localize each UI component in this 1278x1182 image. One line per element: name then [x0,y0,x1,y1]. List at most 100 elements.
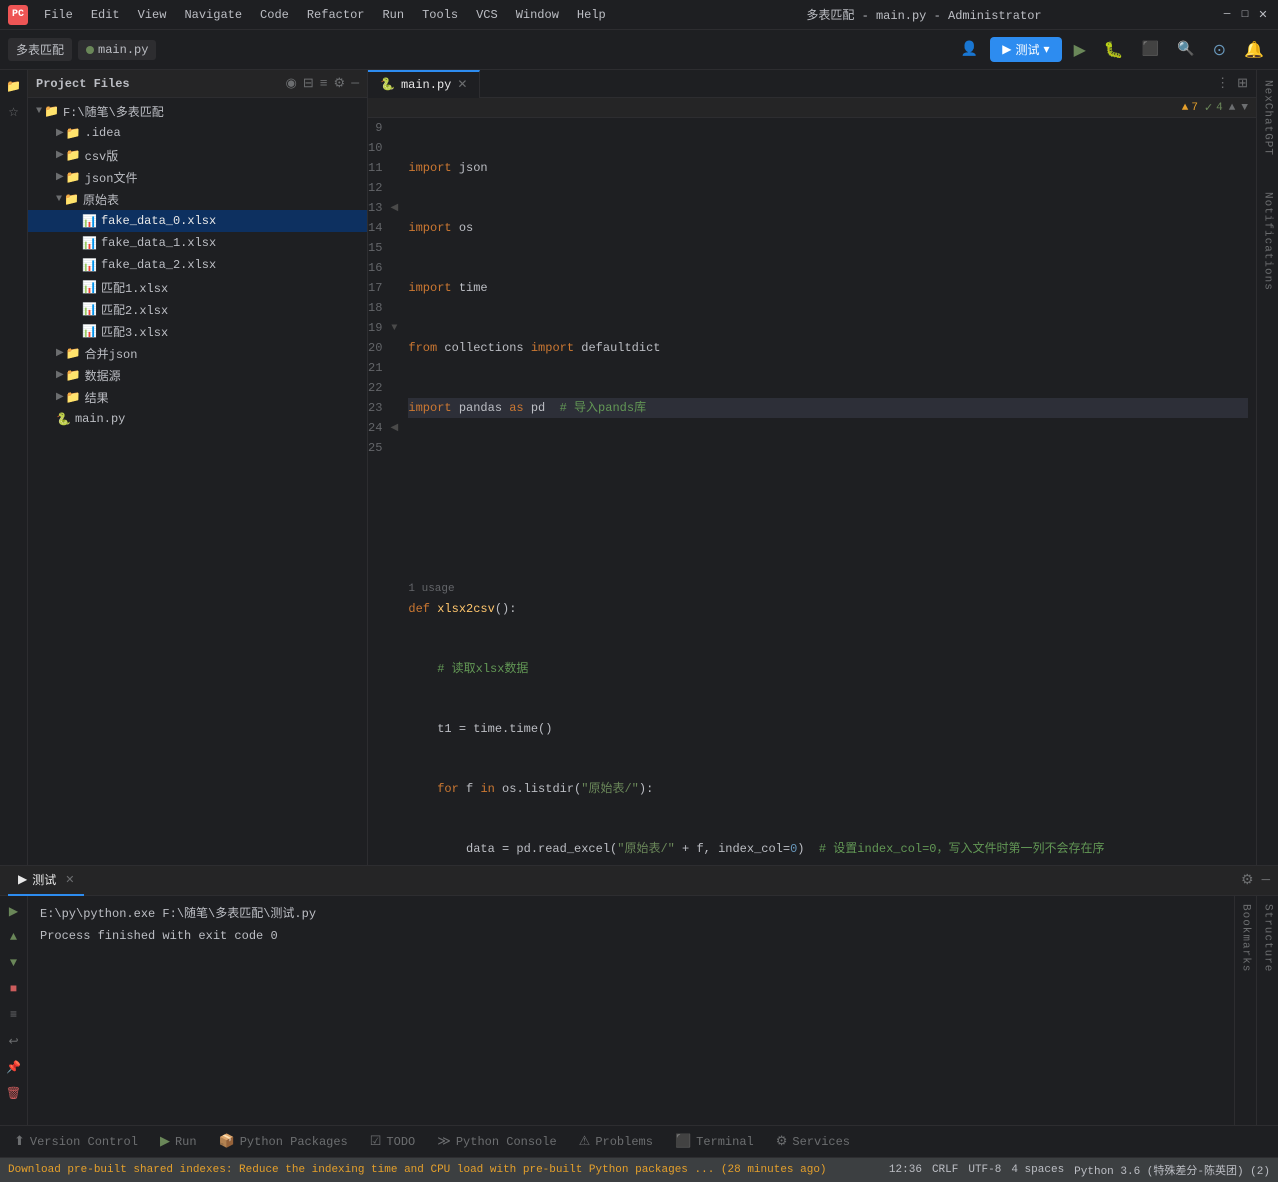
menu-edit[interactable]: Edit [83,6,128,24]
tree-item-match2[interactable]: 📊 匹配2.xlsx [28,298,367,320]
menu-tools[interactable]: Tools [414,6,466,24]
tree-item-root[interactable]: ▼ 📁 F:\随笔\多表匹配 [28,100,367,122]
clear-icon[interactable]: 🗑 [3,1082,25,1104]
project-strip-icon[interactable]: 📁 [2,74,26,98]
tree-item-result[interactable]: ▶ 📁 结果 [28,386,367,408]
tree-item-raw[interactable]: ▼ 📁 原始表 [28,188,367,210]
toolbar: 多表匹配 main.py 👤 ▶ 测试 ▾ ▶ 🐛 ⬛ 🔍 ⊙ 🔔 [0,30,1278,70]
python-packages-icon: 📦 [219,1134,235,1149]
more-icon[interactable]: ⋮ [1216,76,1229,91]
run-down-icon[interactable]: ▼ [3,952,25,974]
gear-icon[interactable]: ⚙ [334,76,346,91]
tree-item-fake0[interactable]: 📊 fake_data_0.xlsx [28,210,367,232]
tab-python-console[interactable]: ≫ Python Console [427,1128,566,1156]
minimize-button[interactable]: ─ [1220,8,1234,22]
menu-view[interactable]: View [130,6,175,24]
bookmarks-label[interactable]: Bookmarks [1240,904,1252,972]
status-indent[interactable]: 4 spaces [1011,1164,1064,1176]
scope-icon[interactable]: ◉ [285,76,296,91]
maximize-button[interactable]: □ [1238,8,1252,22]
close-panel-icon[interactable]: ─ [351,76,359,91]
file-tab[interactable]: main.py [78,40,156,60]
pin-icon[interactable]: 📌 [3,1056,25,1078]
status-warning-msg[interactable]: Download pre-built shared indexes: Reduc… [8,1164,827,1176]
wrap-icon[interactable]: ↩ [3,1030,25,1052]
menu-refactor[interactable]: Refactor [299,6,373,24]
editor-tab-close[interactable]: ✕ [457,77,467,92]
tree-item-fake2[interactable]: 📊 fake_data_2.xlsx [28,254,367,276]
coverage-button[interactable]: ⬛ [1136,37,1165,62]
tab-todo[interactable]: ☑ TODO [360,1128,425,1156]
tree-item-fake1[interactable]: 📊 fake_data_1.xlsx [28,232,367,254]
tree-item-match1[interactable]: 📊 匹配1.xlsx [28,276,367,298]
close-button[interactable]: ✕ [1256,8,1270,22]
nav-up-icon[interactable]: ▲ [1229,102,1236,114]
ok-count: 4 [1216,102,1223,114]
nexchatgpt-label[interactable]: NexChatGPT [1262,80,1274,156]
tab-terminal[interactable]: ⬛ Terminal [665,1128,764,1156]
run-tab-close[interactable]: ✕ [65,873,74,887]
bottom-settings-icon[interactable]: ⚙ [1241,872,1254,889]
tab-services[interactable]: ⚙ Services [766,1128,860,1156]
status-python-version[interactable]: Python 3.6 (特殊差分-陈英团) (2) [1074,1162,1270,1178]
user-icon[interactable]: 👤 [955,37,984,62]
settings-button[interactable]: ⊙ [1207,36,1232,64]
menu-code[interactable]: Code [252,6,297,24]
filter-icon[interactable]: ≡ [3,1004,25,1026]
tab-run[interactable]: ▶ Run [150,1128,207,1156]
tab-todo-label: TODO [386,1135,415,1149]
debug-button[interactable]: 🐛 [1098,36,1130,64]
tree-item-merge[interactable]: ▶ 📁 合并json [28,342,367,364]
run-tab[interactable]: ▶ 测试 ✕ [8,866,84,896]
status-position[interactable]: 12:36 [889,1164,922,1176]
tree-item-main[interactable]: 🐍 main.py [28,408,367,430]
run-button[interactable]: ▶ [1068,36,1092,64]
editor-tab-main[interactable]: 🐍 main.py ✕ [368,70,480,98]
bottom-panel-icons: ⚙ ─ [1241,872,1270,889]
notifications-button[interactable]: 🔔 [1238,36,1270,64]
menu-run[interactable]: Run [374,6,412,24]
run-play-icon[interactable]: ▶ [3,900,25,922]
menu-file[interactable]: File [36,6,81,24]
tab-version-control[interactable]: ⬆ Version Control [4,1128,148,1156]
search-button[interactable]: 🔍 [1171,37,1200,62]
tab-problems[interactable]: ⚠ Problems [569,1128,663,1156]
tree-item-json[interactable]: ▶ 📁 json文件 [28,166,367,188]
tree-item-csv[interactable]: ▶ 📁 csv版 [28,144,367,166]
tab-python-packages[interactable]: 📦 Python Packages [209,1128,358,1156]
editor-area: 🐍 main.py ✕ ⋮ ⊞ ▲ 7 ✓ 4 ▲ ▼ [368,70,1256,865]
run-up-icon[interactable]: ▲ [3,926,25,948]
problems-icon: ⚠ [579,1134,591,1149]
stop-icon[interactable]: ■ [3,978,25,1000]
project-tab[interactable]: 多表匹配 [8,38,72,61]
tree-item-data[interactable]: ▶ 📁 数据源 [28,364,367,386]
menu-window[interactable]: Window [508,6,567,24]
run-icon: ▶ [160,1134,170,1149]
run-config-button[interactable]: ▶ 测试 ▾ [990,37,1061,62]
status-encoding[interactable]: UTF-8 [968,1164,1001,1176]
notifications-label[interactable]: Notifications [1262,192,1274,291]
bottom-close-icon[interactable]: ─ [1262,873,1270,889]
status-line-sep[interactable]: CRLF [932,1164,958,1176]
code-content[interactable]: import json import os import time from c… [400,118,1256,865]
warning-icon: ▲ [1182,102,1189,114]
run-config-dropdown[interactable]: ▾ [1044,42,1050,57]
nav-down-icon[interactable]: ▼ [1241,102,1248,114]
favorites-strip-icon[interactable]: ☆ [2,100,26,124]
sidebar-toggle-icon[interactable]: ⊞ [1237,76,1248,91]
menu-navigate[interactable]: Navigate [176,6,250,24]
menu-help[interactable]: Help [569,6,614,24]
collapse-all-icon[interactable]: ⊟ [303,76,314,91]
warnings-badge[interactable]: ▲ 7 [1182,102,1198,114]
ok-badge[interactable]: ✓ 4 [1204,101,1223,115]
menu-vcs[interactable]: VCS [468,6,506,24]
fold-gutter: ◀ ▼ ◀ [388,118,400,865]
warning-count: 7 [1191,102,1198,114]
tree-item-match3[interactable]: 📊 匹配3.xlsx [28,320,367,342]
expand-all-icon[interactable]: ≡ [320,76,328,91]
structure-label[interactable]: Structure [1262,904,1274,972]
code-editor[interactable]: 9 10 11 12 13 14 15 16 17 18 19 20 21 22… [368,118,1256,865]
project-tab-label: 多表匹配 [16,41,64,58]
tree-item-idea[interactable]: ▶ 📁 .idea [28,122,367,144]
ok-icon: ✓ [1204,101,1213,115]
